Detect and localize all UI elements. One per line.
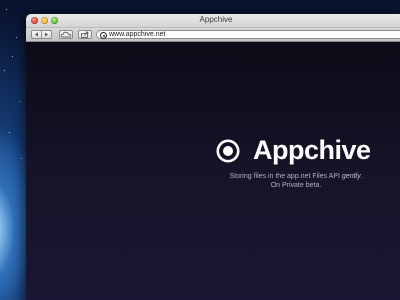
beta-status: On Private beta. <box>270 182 322 189</box>
toolbar: www.appchive.net <box>26 28 400 42</box>
forward-button[interactable] <box>41 30 52 39</box>
tagline-period: . <box>360 173 363 180</box>
tagline-line: Storing files in the app.net Files API g… <box>196 172 396 181</box>
appchive-logo-icon <box>216 139 240 163</box>
star <box>4 70 5 71</box>
address-bar[interactable]: www.appchive.net <box>96 30 400 39</box>
tagline-text: Storing files in the app.net Files API <box>229 173 342 180</box>
tagline: Storing files in the app.net Files API g… <box>196 172 396 190</box>
tagline-emphasis: gently <box>341 173 361 180</box>
share-button[interactable] <box>78 30 92 39</box>
desktop: Appchive www.appchive.net Appchive Stori… <box>0 0 400 300</box>
share-icon <box>81 31 89 38</box>
brand-name: Appchive <box>253 135 371 165</box>
appchive-logo-icon <box>100 32 107 39</box>
star <box>6 9 7 10</box>
star <box>12 56 13 57</box>
forward-icon <box>45 32 48 37</box>
star <box>16 37 17 38</box>
url-text: www.appchive.net <box>109 31 166 38</box>
window-title: Appchive <box>199 15 233 24</box>
icloud-tabs-button[interactable] <box>59 30 73 39</box>
star <box>19 101 20 102</box>
star <box>21 158 22 159</box>
star <box>9 132 10 133</box>
back-icon <box>35 32 38 37</box>
page-content <box>26 42 400 300</box>
title-bar: Appchive <box>26 14 400 28</box>
cloud-icon <box>60 31 72 38</box>
